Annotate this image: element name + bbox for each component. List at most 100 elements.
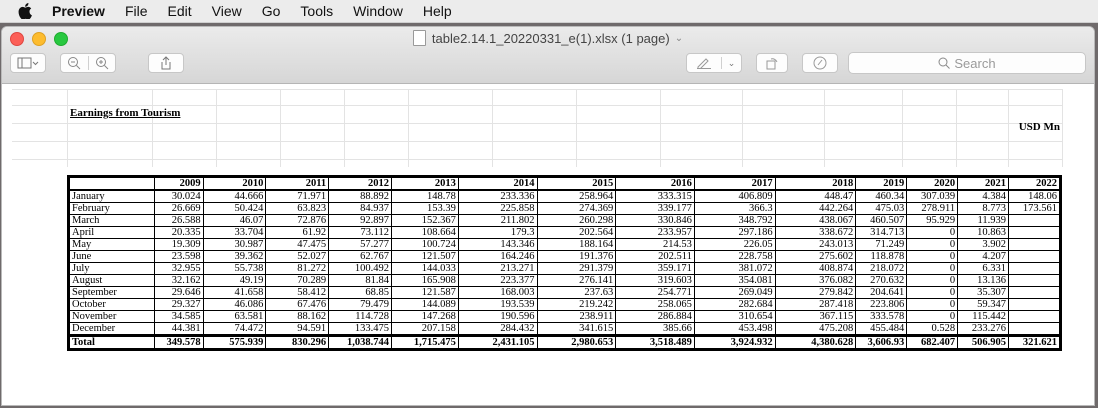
table-cell: 475.03: [855, 202, 908, 215]
menu-view[interactable]: View: [212, 3, 242, 19]
total-cell: 682.407: [906, 334, 959, 350]
annotate-button[interactable]: [802, 53, 838, 73]
table-cell: [1007, 298, 1062, 311]
table-cell: 81.84: [328, 274, 392, 287]
earnings-table: 2009 2010 2011 2012 2013 2014 2015 2016 …: [67, 175, 1062, 351]
table-cell: 243.013: [774, 238, 857, 251]
share-button[interactable]: [148, 53, 184, 73]
grid-line: [12, 89, 1062, 90]
table-cell: 279.842: [774, 286, 857, 299]
grid-line: [902, 89, 903, 167]
zoom-out-button[interactable]: [61, 56, 89, 70]
month-label: October: [68, 298, 155, 311]
menu-bar: Preview File Edit View Go Tools Window H…: [0, 0, 1098, 23]
table-cell: [1007, 286, 1062, 299]
table-cell: 144.089: [391, 298, 459, 311]
table-cell: 207.158: [391, 322, 459, 336]
table-cell: 219.242: [536, 298, 617, 311]
table-cell: 0: [906, 226, 959, 239]
total-cell: 3,606.93: [855, 334, 908, 350]
table-cell: 61.92: [265, 226, 330, 239]
table-cell: 63.581: [202, 310, 267, 323]
grid-line: [12, 159, 1062, 160]
sidebar-toggle-button[interactable]: [10, 53, 46, 73]
total-cell: 830.296: [265, 334, 330, 350]
table-cell: 0: [906, 274, 959, 287]
table-cell: 233.336: [457, 189, 538, 203]
table-cell: 23.598: [153, 250, 204, 263]
table-cell: 314.713: [855, 226, 908, 239]
table-cell: 32.955: [153, 262, 204, 275]
rotate-button[interactable]: [756, 53, 788, 73]
table-cell: 291.379: [536, 262, 617, 275]
month-label: August: [68, 274, 155, 287]
table-cell: 173.561: [1007, 202, 1062, 215]
search-field[interactable]: Search: [848, 52, 1086, 74]
table-cell: 152.367: [391, 214, 459, 227]
table-row: May 19.309 30.987 47.475 57.277 100.724 143.34…: [68, 238, 1062, 251]
grid-line: [408, 89, 409, 167]
table-row: February 26.669 50.424 63.823 84.937 153.39 22…: [68, 202, 1062, 215]
zoom-out-icon: [68, 57, 81, 70]
table-cell: 100.492: [328, 262, 392, 275]
table-row: October 29.327 46.086 67.476 79.479 144.089 19…: [68, 298, 1062, 311]
document-icon: [412, 30, 426, 46]
menu-file[interactable]: File: [125, 3, 148, 19]
table-cell: 366.3: [693, 202, 776, 215]
table-cell: 333.578: [855, 310, 908, 323]
table-cell: 188.164: [536, 238, 617, 251]
table-cell: [1007, 238, 1062, 251]
month-label: January: [68, 189, 155, 203]
table-cell: 367.115: [774, 310, 857, 323]
table-cell: 348.792: [693, 214, 776, 227]
table-cell: 20.335: [153, 226, 204, 239]
table-cell: 0: [906, 298, 959, 311]
spreadsheet-page: Earnings from Tourism USD Mn 2009 2010 2…: [12, 89, 1063, 389]
year-header: 2021: [957, 176, 1009, 191]
table-cell: 147.268: [391, 310, 459, 323]
table-cell: [1007, 250, 1062, 263]
table-cell: 92.897: [328, 214, 392, 227]
table-cell: 50.424: [202, 202, 267, 215]
menu-window[interactable]: Window: [353, 3, 403, 19]
grid-line: [67, 89, 68, 167]
table-cell: 26.669: [153, 202, 204, 215]
table-cell: 95.929: [906, 214, 959, 227]
table-cell: 71.249: [855, 238, 908, 251]
table-cell: 191.376: [536, 250, 617, 263]
table-cell: 202.564: [536, 226, 617, 239]
table-cell: 223.377: [457, 274, 538, 287]
table-cell: 223.806: [855, 298, 908, 311]
table-cell: 438.067: [774, 214, 857, 227]
grid-line: [824, 89, 825, 167]
menu-tools[interactable]: Tools: [300, 3, 333, 19]
menu-go[interactable]: Go: [262, 3, 281, 19]
total-cell: 1,038.744: [328, 334, 392, 350]
menu-edit[interactable]: Edit: [168, 3, 192, 19]
table-cell: 381.072: [693, 262, 776, 275]
title-bar: table2.14.1_20220331_e(1).xlsx (1 page) …: [2, 27, 1094, 84]
menu-help[interactable]: Help: [423, 3, 452, 19]
table-cell: 72.876: [265, 214, 330, 227]
document-title[interactable]: table2.14.1_20220331_e(1).xlsx (1 page) …: [2, 30, 1094, 46]
year-header: 2017: [693, 176, 776, 191]
menu-preview[interactable]: Preview: [52, 3, 105, 19]
table-cell: 258.065: [615, 298, 695, 311]
month-label: February: [68, 202, 155, 215]
table-cell: 193.539: [457, 298, 538, 311]
table-cell: 376.082: [774, 274, 857, 287]
zoom-in-button[interactable]: [89, 56, 116, 70]
total-cell: 506.905: [957, 334, 1009, 350]
table-cell: 118.878: [855, 250, 908, 263]
total-row: Total 349.578 575.939 830.296 1,038.744 1,715…: [68, 334, 1062, 350]
apple-icon[interactable]: [16, 2, 34, 20]
table-cell: 0: [906, 238, 959, 251]
table-cell: 33.704: [202, 226, 267, 239]
table-row: January 30.024 44.666 71.971 88.892 148.78 233…: [68, 189, 1062, 203]
total-cell: 321.621: [1007, 334, 1062, 350]
table-cell: 270.632: [855, 274, 908, 287]
grid-line: [492, 89, 493, 167]
chevron-down-icon: ⌄: [674, 32, 684, 44]
sidebar-icon: [17, 57, 39, 69]
markup-toolbar-button[interactable]: ⌄: [686, 53, 742, 73]
